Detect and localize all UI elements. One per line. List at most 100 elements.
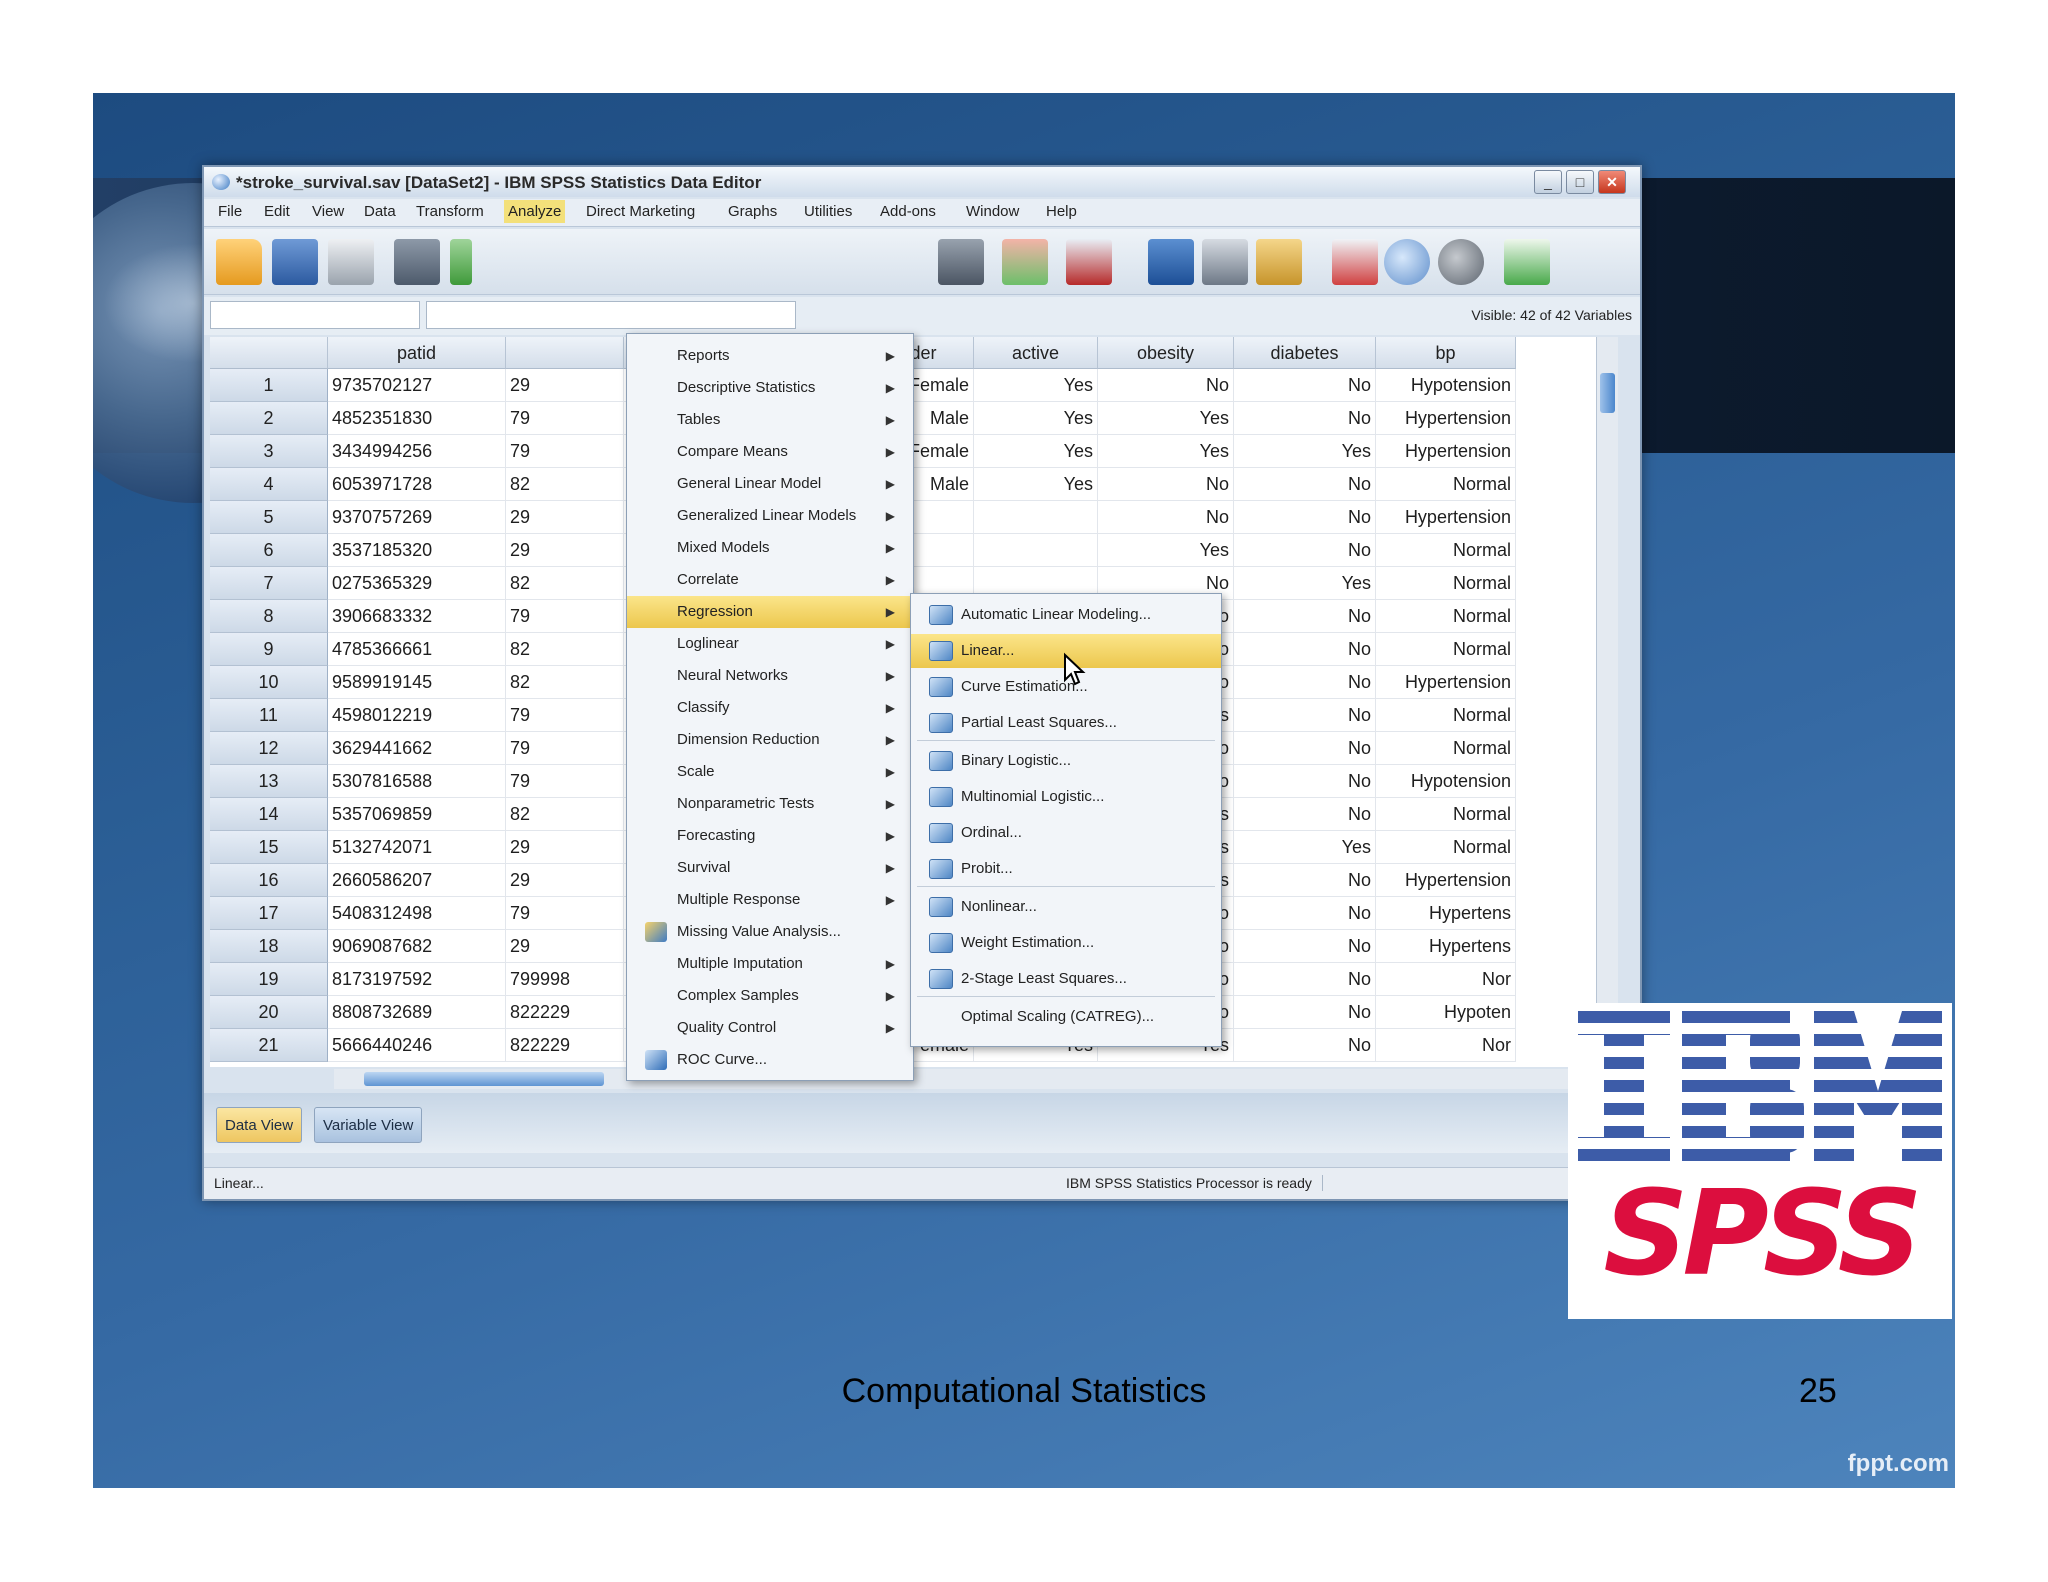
analyze-item-roc-curve[interactable]: ROC Curve... [627,1044,913,1076]
analyze-item-survival[interactable]: Survival ▶ [627,852,913,884]
regression-item-2-stage-least-squares[interactable]: 2-Stage Least Squares... [911,962,1221,996]
cell-c2[interactable]: 82 [506,468,624,501]
cell-patid[interactable]: 5666440246 [328,1029,506,1062]
row-number[interactable]: 15 [210,831,328,864]
row-number[interactable]: 1 [210,369,328,402]
cell-diabetes[interactable]: No [1234,963,1376,996]
cell-diabetes[interactable]: No [1234,633,1376,666]
minimize-button[interactable]: _ [1534,170,1562,194]
horizontal-scroll-thumb[interactable] [364,1072,604,1086]
analyze-item-generalized-linear-models[interactable]: Generalized Linear Models ▶ [627,500,913,532]
regression-item-weight-estimation[interactable]: Weight Estimation... [911,926,1221,960]
cell-diabetes[interactable]: Yes [1234,567,1376,600]
maximize-button[interactable]: □ [1566,170,1594,194]
cell-obesity[interactable]: Yes [1098,402,1234,435]
cell-diabetes[interactable]: No [1234,798,1376,831]
cell-c2[interactable]: 79 [506,732,624,765]
vertical-scroll-thumb[interactable] [1600,373,1615,413]
horizontal-scrollbar[interactable] [334,1069,1594,1089]
cell-bp[interactable]: Hypertension [1376,864,1516,897]
row-number[interactable]: 16 [210,864,328,897]
cell-patid[interactable]: 4852351830 [328,402,506,435]
menu-help[interactable]: Help [1042,203,1081,220]
spell-check-icon[interactable] [1504,239,1550,285]
cell-c2[interactable]: 29 [506,864,624,897]
cell-active[interactable]: Yes [974,435,1098,468]
column-header[interactable] [210,337,328,369]
menu-file[interactable]: File [214,203,246,220]
column-header-obesity[interactable]: obesity [1098,337,1234,369]
row-number[interactable]: 7 [210,567,328,600]
analyze-item-reports[interactable]: Reports ▶ [627,340,913,372]
cell-diabetes[interactable]: No [1234,897,1376,930]
cell-patid[interactable]: 3434994256 [328,435,506,468]
cell-bp[interactable]: Nor [1376,1029,1516,1062]
cell-active[interactable]: Yes [974,402,1098,435]
cell-bp[interactable]: Nor [1376,963,1516,996]
column-header-diabetes[interactable]: diabetes [1234,337,1376,369]
analyze-item-scale[interactable]: Scale ▶ [627,756,913,788]
weight-cases-icon[interactable] [1202,239,1248,285]
analyze-item-neural-networks[interactable]: Neural Networks ▶ [627,660,913,692]
column-header-active[interactable]: active [974,337,1098,369]
cell-name-field[interactable] [210,301,420,329]
dialog-recall-icon[interactable] [394,239,440,285]
analyze-item-forecasting[interactable]: Forecasting ▶ [627,820,913,852]
cell-bp[interactable]: Hypertension [1376,402,1516,435]
cell-diabetes[interactable]: No [1234,996,1376,1029]
cell-patid[interactable]: 9735702127 [328,369,506,402]
analyze-item-descriptive-statistics[interactable]: Descriptive Statistics ▶ [627,372,913,404]
analyze-item-tables[interactable]: Tables ▶ [627,404,913,436]
regression-item-multinomial-logistic[interactable]: Multinomial Logistic... [911,780,1221,814]
close-button[interactable]: ✕ [1598,170,1626,194]
menu-transform[interactable]: Transform [412,203,488,220]
menu-data[interactable]: Data [360,203,400,220]
row-number[interactable]: 20 [210,996,328,1029]
cell-diabetes[interactable]: Yes [1234,435,1376,468]
cell-bp[interactable]: Normal [1376,633,1516,666]
row-number[interactable]: 3 [210,435,328,468]
cell-patid[interactable]: 9589919145 [328,666,506,699]
vertical-scrollbar[interactable] [1596,337,1618,1067]
regression-item-ordinal[interactable]: Ordinal... [911,816,1221,850]
title-bar[interactable]: *stroke_survival.sav [DataSet2] - IBM SP… [204,167,1640,197]
row-number[interactable]: 21 [210,1029,328,1062]
insert-cases-icon[interactable] [1002,239,1048,285]
cell-c2[interactable]: 29 [506,501,624,534]
menu-direct-marketing[interactable]: Direct Marketing [582,203,699,220]
save-icon[interactable] [272,239,318,285]
row-number[interactable]: 8 [210,600,328,633]
cell-bp[interactable]: Normal [1376,468,1516,501]
cell-c2[interactable]: 79 [506,699,624,732]
regression-item-probit[interactable]: Probit... [911,852,1221,886]
cell-diabetes[interactable]: No [1234,369,1376,402]
cell-c2[interactable]: 79 [506,765,624,798]
cell-active[interactable] [974,501,1098,534]
cell-active[interactable]: Yes [974,369,1098,402]
row-number[interactable]: 17 [210,897,328,930]
menu-view[interactable]: View [308,203,348,220]
row-number[interactable]: 14 [210,798,328,831]
cell-patid[interactable]: 5408312498 [328,897,506,930]
cell-diabetes[interactable]: No [1234,699,1376,732]
insert-variable-icon[interactable] [1066,239,1112,285]
cell-active[interactable]: Yes [974,468,1098,501]
cell-patid[interactable]: 9370757269 [328,501,506,534]
cell-c2[interactable]: 799998 [506,963,624,996]
cell-bp[interactable]: Normal [1376,567,1516,600]
cell-bp[interactable]: Hypertension [1376,501,1516,534]
column-header-patid[interactable]: patid [328,337,506,369]
cell-diabetes[interactable]: No [1234,765,1376,798]
analyze-item-compare-means[interactable]: Compare Means ▶ [627,436,913,468]
cell-patid[interactable]: 6053971728 [328,468,506,501]
analyze-item-loglinear[interactable]: Loglinear ▶ [627,628,913,660]
row-number[interactable]: 5 [210,501,328,534]
cell-patid[interactable]: 3906683332 [328,600,506,633]
row-number[interactable]: 12 [210,732,328,765]
analyze-item-correlate[interactable]: Correlate ▶ [627,564,913,596]
split-file-icon[interactable] [1148,239,1194,285]
cell-c2[interactable]: 822229 [506,1029,624,1062]
regression-item-partial-least-squares[interactable]: Partial Least Squares... [911,706,1221,740]
cell-c2[interactable]: 79 [506,897,624,930]
menu-add-ons[interactable]: Add-ons [876,203,940,220]
